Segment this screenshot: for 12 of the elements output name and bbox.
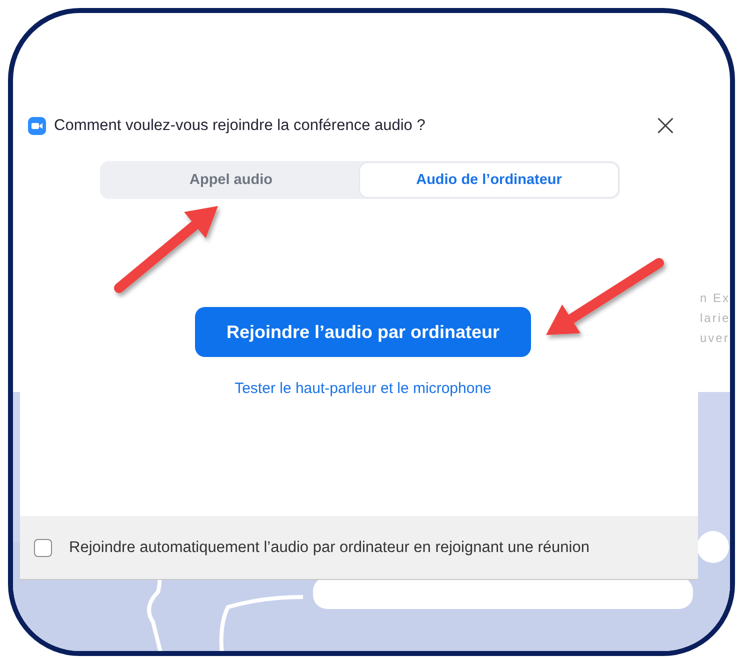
background-text: n Ex [700,290,730,306]
video-camera-icon [28,117,46,135]
background-text: uver [700,330,730,346]
tab[interactable]: Appel audio [102,163,360,197]
background-text: larie [700,310,730,326]
checkbox-label: Rejoindre automatiquement l’audio par ordinateur en rejoignant une réunion [69,538,590,556]
join-audio-button[interactable]: Rejoindre l’audio par ordinateur [195,307,531,357]
test-audio-link[interactable]: Tester le haut-parleur et le microphone [234,380,492,397]
dialog-title: Comment voulez-vous rejoindre la conférence audio ? [54,117,426,135]
checkbox[interactable] [34,538,52,556]
tab[interactable]: Audio de l’ordinateur [360,163,618,197]
close-button[interactable]: × [646,114,684,138]
